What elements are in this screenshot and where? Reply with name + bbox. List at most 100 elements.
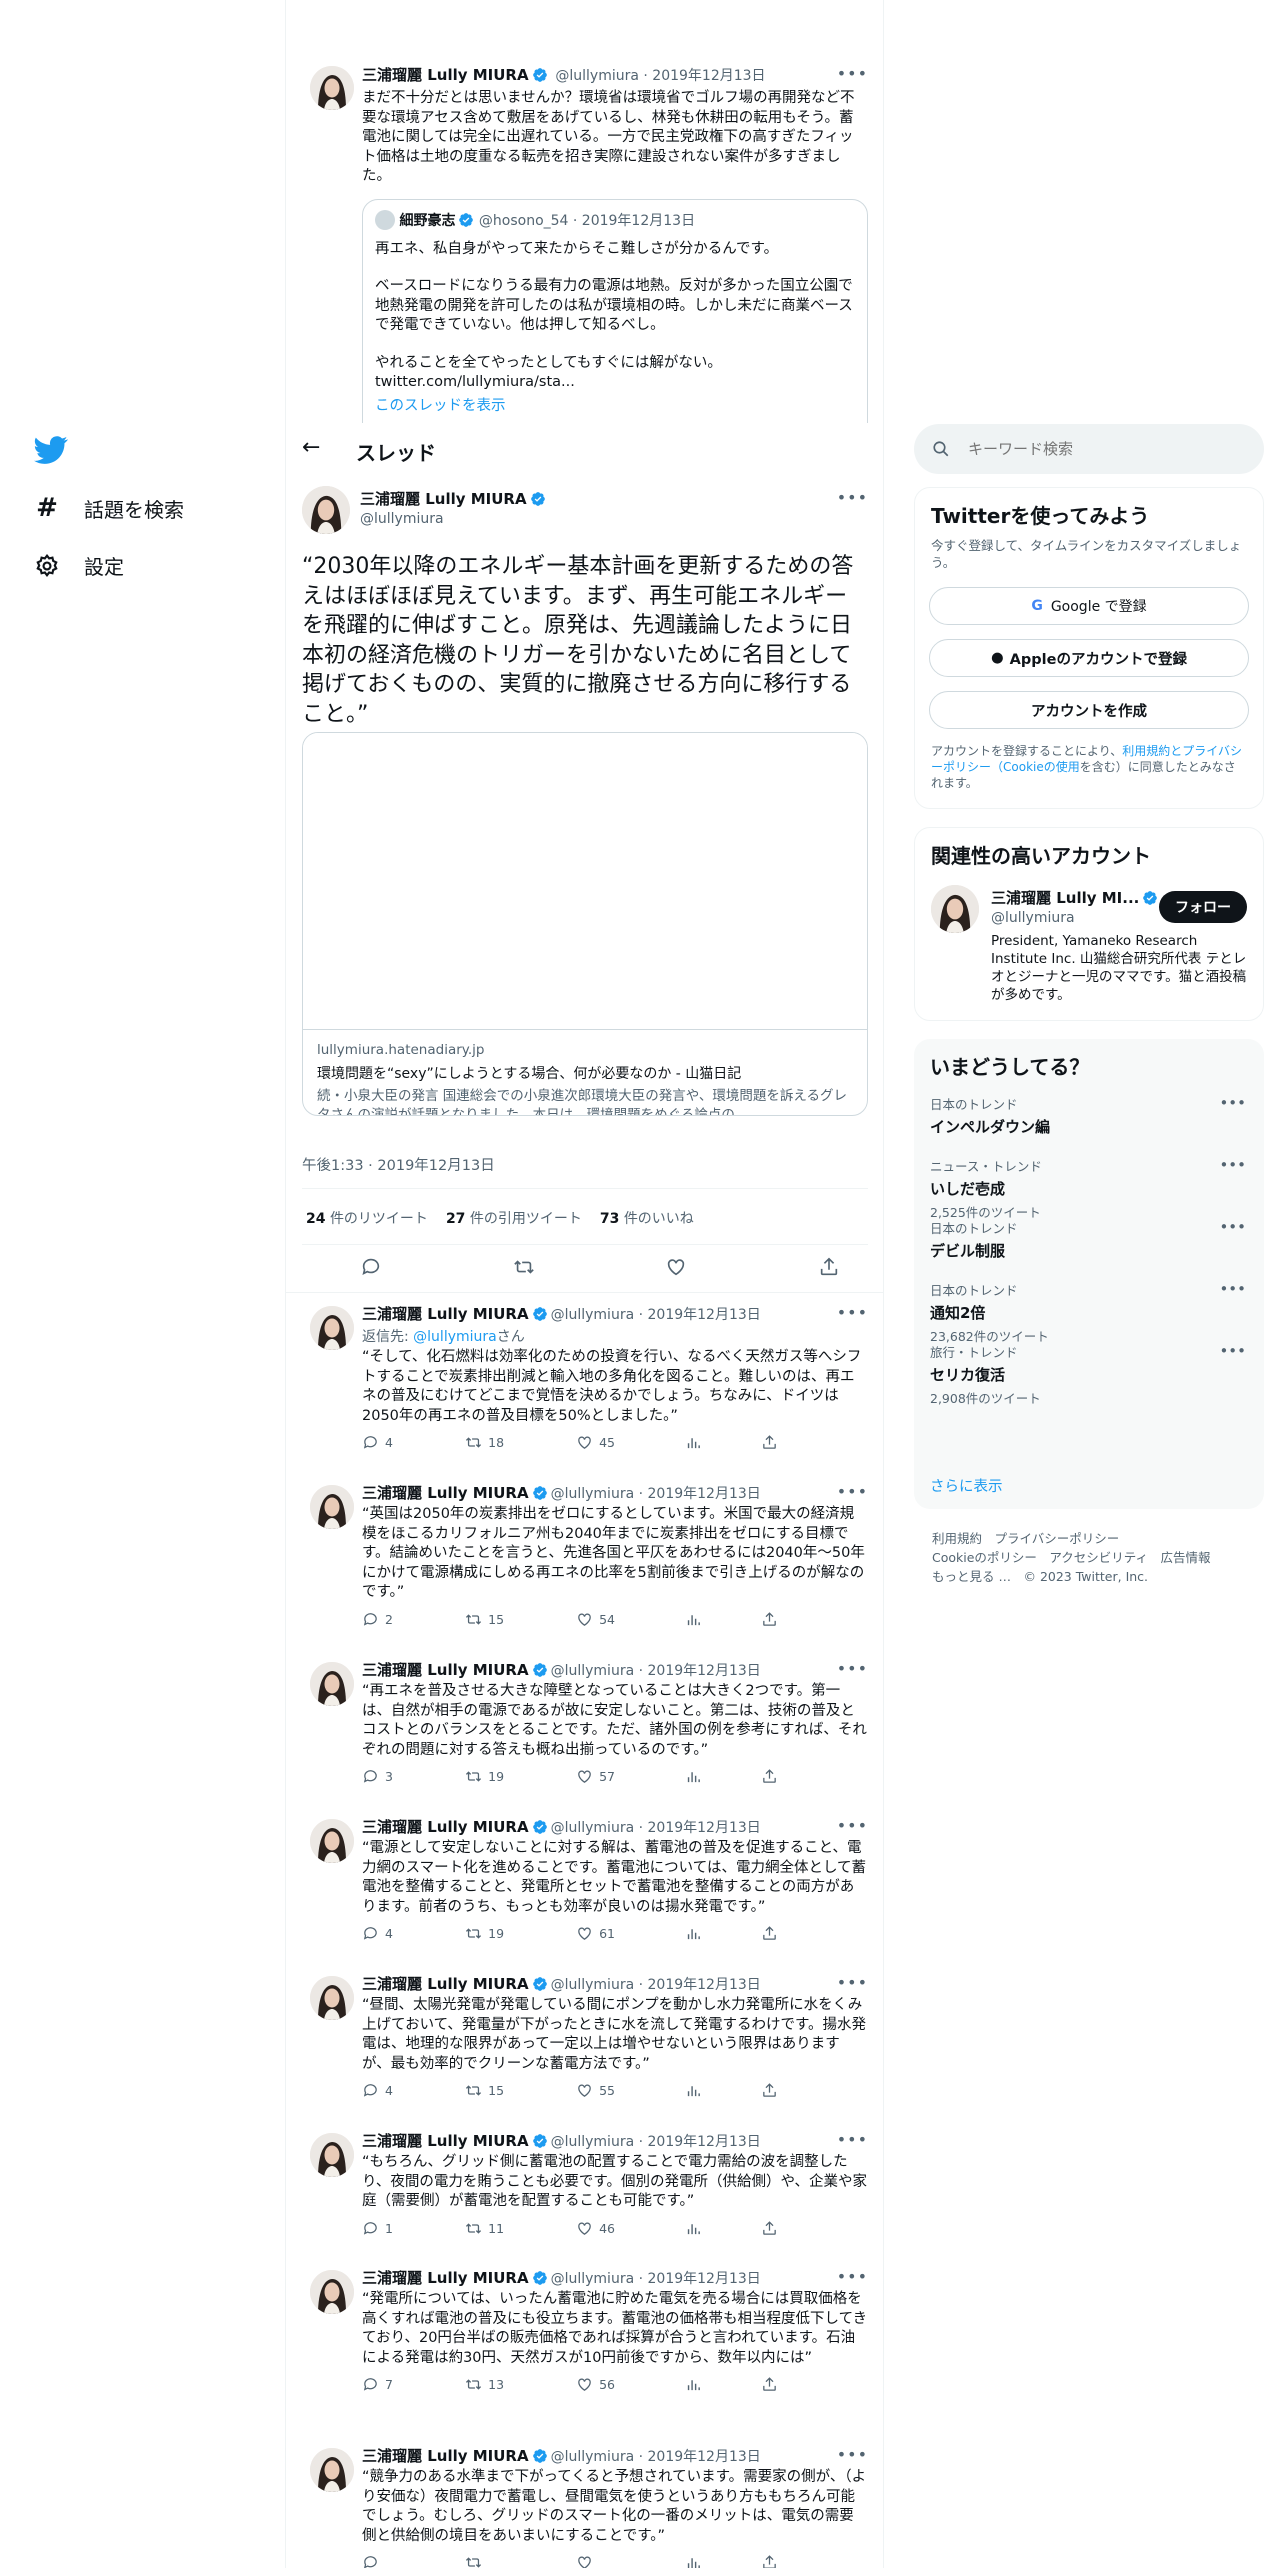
nav-explore[interactable]: # 話題を検索: [34, 493, 184, 523]
share-button[interactable]: [761, 1434, 868, 1451]
more-icon[interactable]: •••: [1219, 1156, 1246, 1174]
trend-item[interactable]: 旅行・トレンド セリカ復活 2,908件のツイート •••: [914, 1342, 1264, 1406]
like-count-link[interactable]: 73 件のいいね: [600, 1208, 694, 1228]
like-button[interactable]: 56: [576, 2376, 685, 2393]
author-handle[interactable]: @lullymiura: [360, 511, 868, 527]
views-button[interactable]: [685, 2082, 761, 2099]
views-button[interactable]: [685, 2220, 761, 2237]
author-handle-time[interactable]: @lullymiura · 2019年12月13日: [551, 2449, 761, 2465]
share-button[interactable]: [761, 2220, 868, 2237]
reply-icon[interactable]: [360, 1256, 382, 1278]
retweet-button[interactable]: 13: [465, 2376, 576, 2393]
like-button[interactable]: 46: [576, 2220, 685, 2237]
avatar[interactable]: [310, 2133, 354, 2177]
quote-count-link[interactable]: 27 件の引用ツイート: [446, 1208, 582, 1228]
link-card[interactable]: lullymiura.hatenadiary.jp 環境問題を“sexy”にしよ…: [302, 732, 868, 1116]
author-handle-time[interactable]: @lullymiura · 2019年12月13日: [551, 2134, 761, 2150]
retweet-button[interactable]: 15: [465, 1611, 576, 1628]
reply-button[interactable]: 7: [362, 2376, 465, 2393]
share-button[interactable]: [761, 1611, 868, 1628]
like-button[interactable]: 61: [576, 1925, 685, 1942]
author-name[interactable]: 三浦瑠麗 Lully MIURA: [362, 66, 529, 84]
more-icon[interactable]: •••: [837, 1482, 868, 1501]
retweet-count-link[interactable]: 24 件のリツイート: [306, 1208, 428, 1228]
create-account-button[interactable]: アカウントを作成: [929, 691, 1249, 729]
avatar[interactable]: [310, 2448, 354, 2492]
share-button[interactable]: [761, 2554, 868, 2568]
reply-button[interactable]: 4: [362, 2082, 465, 2099]
related-avatar[interactable]: [931, 885, 979, 933]
like-button[interactable]: [576, 2554, 685, 2568]
apple-signup-button[interactable]: ● Appleのアカウントで登録: [929, 639, 1249, 677]
retweet-button[interactable]: 19: [465, 1925, 576, 1942]
twitter-logo-icon[interactable]: [34, 433, 68, 467]
avatar[interactable]: [310, 1485, 354, 1529]
author-name[interactable]: 三浦瑠麗 Lully MIURA: [362, 2269, 529, 2287]
views-button[interactable]: [685, 2376, 761, 2393]
author-name[interactable]: 三浦瑠麗 Lully MIURA: [362, 1305, 529, 1323]
quote-link[interactable]: twitter.com/lullymiura/sta...: [375, 373, 855, 393]
more-icon[interactable]: •••: [1219, 1280, 1246, 1298]
author-handle-time[interactable]: @lullymiura · 2019年12月13日: [551, 1307, 761, 1323]
nav-settings[interactable]: 設定: [34, 551, 124, 580]
reply-button[interactable]: 1: [362, 2220, 465, 2237]
footer-line-1[interactable]: 利用規約 プライバシーポリシー: [932, 1529, 1211, 1548]
author-name[interactable]: 三浦瑠麗 Lully MIURA: [362, 1818, 529, 1836]
share-button[interactable]: [761, 1925, 868, 1942]
footer-line-2[interactable]: Cookieのポリシー アクセシビリティ 広告情報: [932, 1548, 1211, 1567]
back-arrow-icon[interactable]: ←: [302, 435, 320, 460]
author-name[interactable]: 三浦瑠麗 Lully MIURA: [362, 1975, 529, 1993]
views-button[interactable]: [685, 1925, 761, 1942]
trend-item[interactable]: 日本のトレンド インペルダウン編 •••: [914, 1094, 1264, 1156]
share-button[interactable]: [761, 2082, 868, 2099]
search-box[interactable]: [914, 424, 1264, 474]
views-button[interactable]: [685, 1768, 761, 1785]
author-handle-time[interactable]: @lullymiura · 2019年12月13日: [551, 2271, 761, 2287]
google-signup-button[interactable]: G Google で登録: [929, 587, 1249, 625]
author-handle-time[interactable]: @lullymiura · 2019年12月13日: [551, 1820, 761, 1836]
author-name[interactable]: 三浦瑠麗 Lully MIURA: [362, 1484, 529, 1502]
more-icon[interactable]: •••: [837, 488, 868, 507]
reply-button[interactable]: 2: [362, 1611, 465, 1628]
trend-item[interactable]: 日本のトレンド 通知2倍 23,682件のツイート •••: [914, 1280, 1264, 1344]
more-icon[interactable]: •••: [1219, 1094, 1246, 1112]
like-button[interactable]: 54: [576, 1611, 685, 1628]
views-button[interactable]: [685, 1611, 761, 1628]
trend-item[interactable]: 日本のトレンド デビル制服 •••: [914, 1218, 1264, 1280]
author-name[interactable]: 三浦瑠麗 Lully MIURA: [362, 2447, 529, 2465]
more-icon[interactable]: •••: [1219, 1218, 1246, 1236]
like-icon[interactable]: [665, 1256, 687, 1278]
show-thread-link[interactable]: このスレッドを表示: [375, 397, 855, 417]
share-button[interactable]: [761, 1768, 868, 1785]
show-more-link[interactable]: さらに表示: [914, 1475, 1019, 1496]
related-name[interactable]: 三浦瑠麗 Lully MI...: [991, 889, 1139, 907]
more-icon[interactable]: •••: [837, 1973, 868, 1992]
reply-button[interactable]: 3: [362, 1768, 465, 1785]
retweet-button[interactable]: 15: [465, 2082, 576, 2099]
footer-line-3[interactable]: もっと見る … © 2023 Twitter, Inc.: [932, 1567, 1211, 1586]
like-button[interactable]: 57: [576, 1768, 685, 1785]
avatar[interactable]: [310, 66, 354, 110]
reply-button[interactable]: 4: [362, 1925, 465, 1942]
retweet-button[interactable]: 19: [465, 1768, 576, 1785]
reply-button[interactable]: 4: [362, 1434, 465, 1451]
author-handle-time[interactable]: @lullymiura · 2019年12月13日: [551, 1663, 761, 1679]
share-button[interactable]: [761, 2376, 868, 2393]
retweet-button[interactable]: [465, 2554, 576, 2568]
more-icon[interactable]: •••: [837, 2130, 868, 2149]
more-icon[interactable]: •••: [837, 64, 868, 83]
more-icon[interactable]: •••: [1219, 1342, 1246, 1360]
retweet-icon[interactable]: [513, 1256, 535, 1278]
like-button[interactable]: 45: [576, 1434, 685, 1451]
retweet-button[interactable]: 18: [465, 1434, 576, 1451]
tweet-timestamp[interactable]: 午後1:33 · 2019年12月13日: [302, 1154, 495, 1175]
avatar[interactable]: [310, 1662, 354, 1706]
top-tweet[interactable]: 三浦瑠麗 Lully MIURA @lullymiura · 2019年12月1…: [290, 58, 868, 423]
quote-tweet[interactable]: 細野豪志 @hosono_54 · 2019年12月13日 再エネ、私自身がやっ…: [362, 198, 868, 423]
avatar[interactable]: [302, 486, 350, 534]
author-handle-time[interactable]: @lullymiura · 2019年12月13日: [551, 1486, 761, 1502]
more-icon[interactable]: •••: [837, 2267, 868, 2286]
retweet-button[interactable]: 11: [465, 2220, 576, 2237]
author-handle-time[interactable]: @lullymiura · 2019年12月13日: [551, 1977, 761, 1993]
follow-button[interactable]: フォロー: [1159, 891, 1247, 923]
